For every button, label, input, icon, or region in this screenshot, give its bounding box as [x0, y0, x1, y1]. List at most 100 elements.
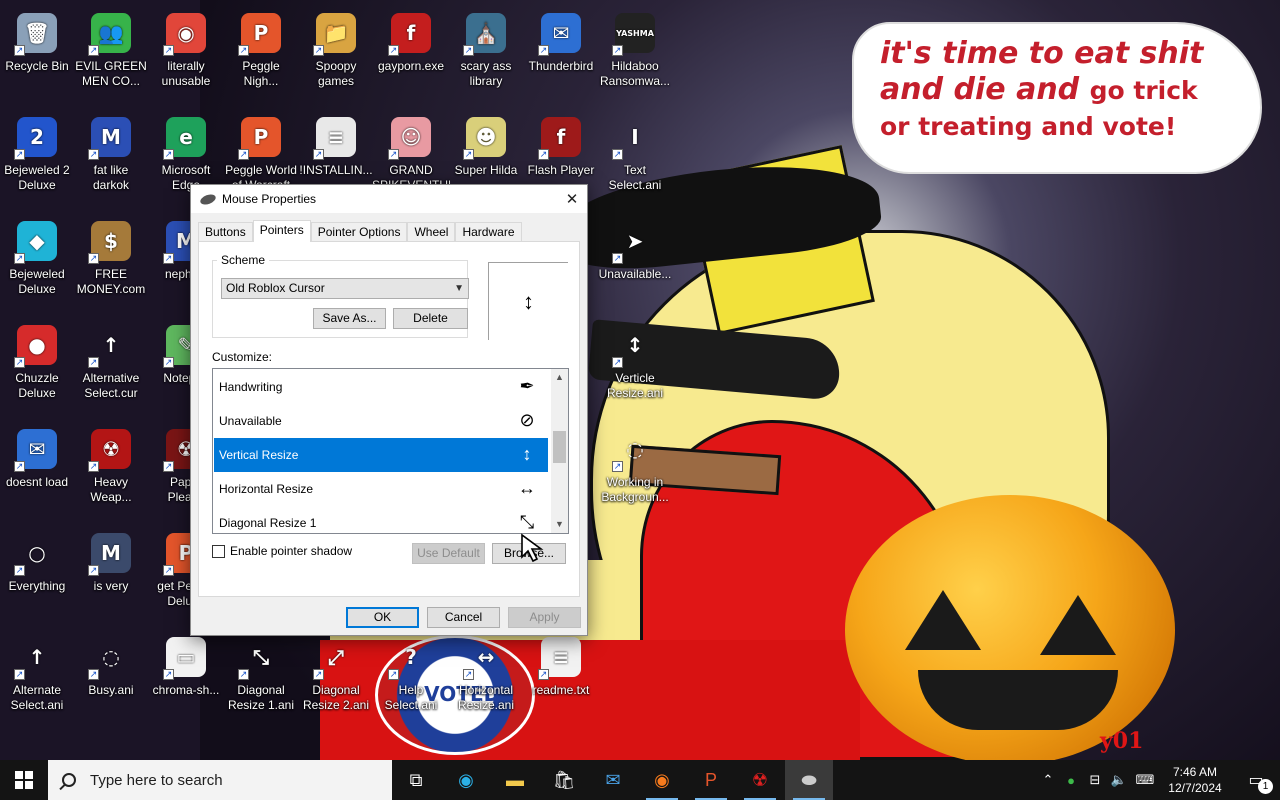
desktop-icon-label: chroma-sh...: [152, 683, 220, 697]
save-as-button[interactable]: Save As...: [313, 308, 386, 329]
desktop-icon-evil-green-men-co[interactable]: 👥 ↗ EVIL GREEN MEN CO...: [74, 4, 148, 89]
desktop-icon-label: Diagonal Resize 1.ani: [227, 683, 295, 712]
desktop-icon-chuzzle-deluxe[interactable]: ● ↗ Chuzzle Deluxe: [0, 316, 74, 401]
tab-pointers[interactable]: Pointers: [252, 220, 311, 242]
desktop-icon-literally-unusable[interactable]: ◉ ↗ literally unusable: [149, 4, 223, 89]
desktop-icon-super-hilda[interactable]: ☻ ↗ Super Hilda: [449, 108, 523, 178]
ok-button[interactable]: OK: [346, 607, 419, 628]
grand-spikeventure-icon: ☺ ↗: [388, 114, 434, 160]
desktop-icon-hildaboo-ransomwa[interactable]: YASHMA ↗ Hildaboo Ransomwa...: [598, 4, 672, 89]
desktop-icon-label: Unavailable...: [598, 267, 672, 281]
desktop-icon-everything[interactable]: ○ ↗ Everything: [0, 524, 74, 594]
desktop-icon-unavailable[interactable]: ➤ ↗ Unavailable...: [598, 212, 672, 282]
desktop-icon-heavy-weap[interactable]: ☢ ↗ Heavy Weap...: [74, 420, 148, 505]
tab-hardware[interactable]: Hardware: [455, 222, 522, 242]
desktop-icon-diagonal-resize-1-ani[interactable]: ⤡ ↗ Diagonal Resize 1.ani: [224, 628, 298, 713]
desktop-icon-label: scary ass library: [460, 59, 512, 88]
radiation-taskbar-icon[interactable]: ☢: [736, 760, 784, 800]
desktop-icon-label: Everything: [8, 579, 66, 593]
desktop-icon-grand-spikeventure[interactable]: ☺↗GRAND SPIKEVENTURE: [372, 108, 450, 193]
desktop-icon-bejeweled-2-deluxe[interactable]: 2 ↗ Bejeweled 2 Deluxe: [0, 108, 74, 193]
shortcut-arrow-icon: ↗: [163, 669, 174, 680]
desktop-icon-chroma-sh[interactable]: ▭ ↗ chroma-sh...: [149, 628, 223, 698]
desktop-icon-readme-txt[interactable]: ≡ ↗ readme.txt: [524, 628, 598, 698]
edge-taskbar-icon[interactable]: ◉: [442, 760, 490, 800]
icon-glyph: ☺: [400, 125, 422, 149]
tab-pointer-options[interactable]: Pointer Options: [310, 222, 408, 242]
notification-center-icon[interactable]: ▭ 1: [1232, 760, 1280, 800]
enable-pointer-shadow[interactable]: Enable pointer shadow: [212, 544, 352, 558]
store-icon[interactable]: 🛍: [540, 760, 588, 800]
desktop-icon-diagonal-resize-2-ani[interactable]: ⤢ ↗ Diagonal Resize 2.ani: [299, 628, 373, 713]
file-explorer-icon[interactable]: ▬: [491, 760, 539, 800]
list-item-vertical-resize[interactable]: Vertical Resize ↕: [214, 438, 548, 472]
busy-ani-icon: ◌ ↗: [88, 634, 134, 680]
desktop-icon-spoopy-games[interactable]: 📁 ↗ Spoopy games: [299, 4, 373, 89]
keyboard-icon[interactable]: ⌨: [1132, 760, 1158, 800]
people-icon[interactable]: ●: [1060, 760, 1082, 800]
desktop-icon-scary-ass-library[interactable]: ⛪ ↗ scary ass library: [449, 4, 523, 89]
mail-icon[interactable]: ✉: [589, 760, 637, 800]
delete-button[interactable]: Delete: [393, 308, 468, 329]
tab-wheel[interactable]: Wheel: [407, 222, 456, 242]
use-default-button[interactable]: Use Default: [412, 543, 485, 564]
cursor-list[interactable]: Handwriting ✒ Unavailable ⊘ Vertical Res…: [212, 368, 569, 534]
desktop-icon-horizontal-resize-ani[interactable]: ↔ ↗ Horizontal Resize.ani: [449, 628, 523, 713]
network-icon[interactable]: ⊟: [1084, 760, 1106, 800]
desktop-icon-alternate-select-ani[interactable]: ↑ ↗ Alternate Select.ani: [0, 628, 74, 713]
desktop-icon-working-in-backgroun[interactable]: ◌ ↗ Working in Backgroun...: [598, 420, 672, 505]
scroll-up-icon[interactable]: ▲: [551, 369, 568, 386]
mouse-properties-taskbar-icon[interactable]: ⬬: [785, 760, 833, 800]
desktop-icon-label: !INSTALLIN...: [299, 163, 373, 177]
list-item-diagonal-resize-1[interactable]: Diagonal Resize 1 ⤡: [214, 506, 548, 533]
desktop-icon-doesnt-load[interactable]: ✉ ↗ doesnt load: [0, 420, 74, 490]
start-button[interactable]: [0, 760, 48, 800]
scroll-down-icon[interactable]: ▼: [551, 516, 568, 533]
desktop-icon-busy-ani[interactable]: ◌ ↗ Busy.ani: [74, 628, 148, 698]
scary-ass-library-icon: ⛪ ↗: [463, 10, 509, 56]
desktop-icon-peggle-world-of-warcraft[interactable]: P↗Peggle World of Warcraft: [224, 108, 298, 193]
desktop-icon-free-money-com[interactable]: $ ↗ FREE MONEY.com: [74, 212, 148, 297]
list-scrollbar[interactable]: ▲ ▼: [551, 369, 568, 533]
desktop-icon-flash-player[interactable]: f ↗ Flash Player: [524, 108, 598, 178]
apply-button[interactable]: Apply: [508, 607, 581, 628]
desktop-icon-microsoft-edge[interactable]: e ↗ Microsoft Edge: [149, 108, 223, 193]
desktop-icon-bejeweled-deluxe[interactable]: ◆ ↗ Bejeweled Deluxe: [0, 212, 74, 297]
tab-buttons[interactable]: Buttons: [198, 222, 253, 242]
dialog-titlebar[interactable]: Mouse Properties ✕: [191, 185, 587, 213]
pointer-shadow-checkbox[interactable]: [212, 544, 225, 558]
list-item-unavailable[interactable]: Unavailable ⊘: [214, 404, 548, 438]
shortcut-arrow-icon: ↗: [88, 357, 99, 368]
desktop-icon-help-select-ani[interactable]: ? ↗ Help Select.ani: [374, 628, 448, 713]
task-view-icon[interactable]: ⧉: [392, 760, 440, 800]
peggle-taskbar-icon[interactable]: P: [687, 760, 735, 800]
desktop-icon-gayporn-exe[interactable]: f ↗ gayporn.exe: [374, 4, 448, 74]
desktop-icon-installin[interactable]: ≡ ↗ !INSTALLIN...: [299, 108, 373, 178]
desktop-icon-recycle-bin[interactable]: 🗑 ↗ Recycle Bin: [0, 4, 74, 74]
desktop-icon-verticle-resize-ani[interactable]: ↕ ↗ Verticle Resize.ani: [598, 316, 672, 401]
taskbar-search-box[interactable]: Type here to search: [48, 760, 392, 800]
show-hidden-icons-chevron-up-icon[interactable]: ⌃: [1038, 760, 1058, 800]
icon-glyph: $: [104, 229, 118, 253]
desktop-icon-label: Bejeweled Deluxe: [9, 267, 65, 296]
diagonal-resize-1-ani-icon: ⤡ ↗: [238, 634, 284, 680]
list-item-handwriting[interactable]: Handwriting ✒: [214, 370, 548, 404]
desktop-icon-thunderbird[interactable]: ✉ ↗ Thunderbird: [524, 4, 598, 74]
cancel-button[interactable]: Cancel: [427, 607, 500, 628]
taskbar-clock[interactable]: 7:46 AM 12/7/2024: [1160, 764, 1230, 796]
desktop-icon-is-very[interactable]: M ↗ is very: [74, 524, 148, 594]
icon-glyph: ?: [405, 645, 417, 669]
scheme-dropdown[interactable]: Old Roblox Cursor ▼: [221, 278, 469, 299]
list-item-horizontal-resize[interactable]: Horizontal Resize ↔: [214, 472, 548, 506]
scrollbar-thumb[interactable]: [553, 431, 566, 463]
desktop-icon-fat-like-darkok[interactable]: M ↗ fat like darkok: [74, 108, 148, 193]
volume-icon[interactable]: 🔈: [1108, 760, 1130, 800]
desktop-icon-peggle-nigh[interactable]: P ↗ Peggle Nigh...: [224, 4, 298, 89]
icon-glyph: ↑: [28, 645, 46, 669]
close-button[interactable]: ✕: [557, 185, 587, 213]
desktop-icon-text-select-ani[interactable]: I ↗ Text Select.ani: [598, 108, 672, 193]
help-select-ani-icon: ? ↗: [388, 634, 434, 680]
search-icon: [62, 773, 76, 787]
firefox-taskbar-icon[interactable]: ◉: [638, 760, 686, 800]
desktop-icon-alternative-select-cur[interactable]: ↑ ↗ Alternative Select.cur: [74, 316, 148, 401]
